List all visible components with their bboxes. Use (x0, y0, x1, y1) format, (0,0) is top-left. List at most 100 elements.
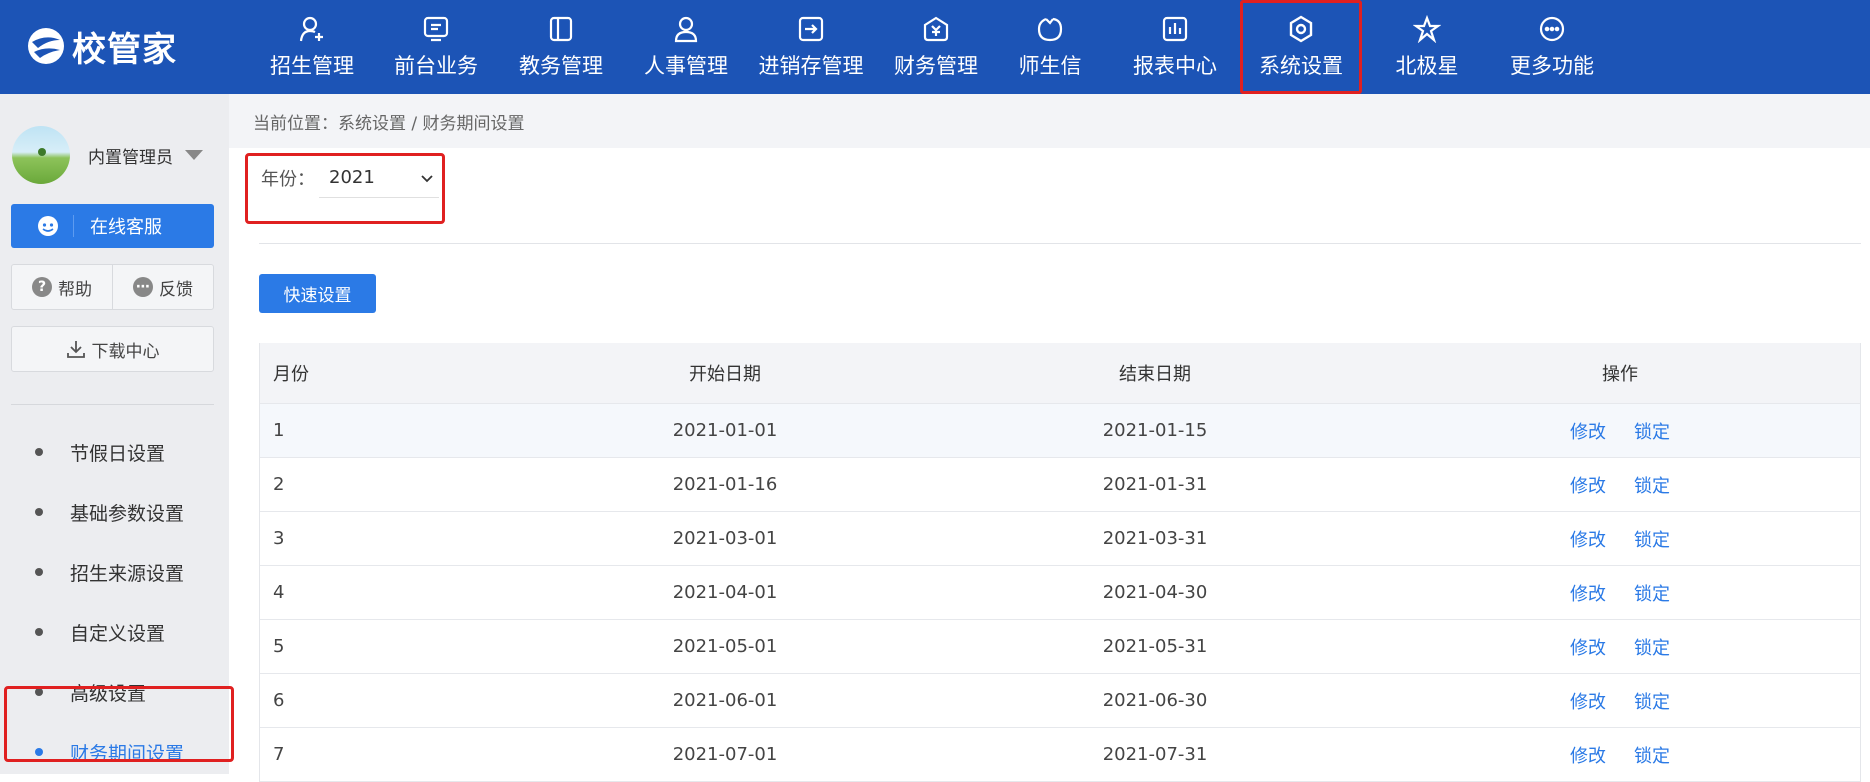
person-icon (669, 12, 703, 46)
cell-start-date: 2021-04-01 (672, 582, 778, 603)
cell-operation: 修改 锁定 (1380, 580, 1860, 606)
table-row[interactable]: 5 2021-05-01 2021-05-31 修改 锁定 (260, 620, 1860, 674)
lock-link[interactable]: 锁定 (1634, 746, 1670, 767)
cell-end-date: 2021-04-30 (1102, 582, 1208, 603)
edit-link[interactable]: 修改 (1570, 746, 1606, 767)
nav-item-hr[interactable]: 人事管理 (624, 0, 748, 94)
cell-month: 5 (273, 636, 285, 657)
cell-operation: 修改 锁定 (1380, 742, 1860, 768)
nav-item-finance[interactable]: 财务管理 (874, 0, 998, 94)
nav-label: 前台业务 (394, 54, 478, 78)
button-separator (73, 215, 74, 237)
caret-down-icon[interactable] (185, 150, 203, 160)
cell-month: 4 (273, 582, 285, 603)
table-row[interactable]: 2 2021-01-16 2021-01-31 修改 锁定 (260, 458, 1860, 512)
table-header: 月份 开始日期 结束日期 操作 (260, 343, 1860, 404)
breadcrumb-prefix: 当前位置： (253, 113, 338, 134)
table-row[interactable]: 6 2021-06-01 2021-06-30 修改 锁定 (260, 674, 1860, 728)
cell-end-date: 2021-06-30 (1102, 690, 1208, 711)
nav-item-messaging[interactable]: 师生信 (988, 0, 1112, 94)
header-end-date: 结束日期 (1119, 364, 1191, 385)
quick-setting-button[interactable]: 快速设置 (259, 274, 376, 313)
cell-start-date: 2021-05-01 (672, 636, 778, 657)
table-row[interactable]: 1 2021-01-01 2021-01-15 修改 锁定 (260, 404, 1860, 458)
cell-operation: 修改 锁定 (1380, 526, 1860, 552)
edit-link[interactable]: 修改 (1570, 692, 1606, 713)
bullet-icon (35, 628, 43, 636)
table-row[interactable]: 4 2021-04-01 2021-04-30 修改 锁定 (260, 566, 1860, 620)
sidebar: 内置管理员 在线客服 ? 帮助 ⋯ 反馈 下载中心 节假日设置 基础参数设置 招… (0, 94, 229, 774)
arrow-box-icon (794, 12, 828, 46)
polaris-star-icon (1410, 12, 1444, 46)
nav-label: 进销存管理 (758, 54, 864, 78)
edit-link[interactable]: 修改 (1570, 476, 1606, 497)
nav-item-academic[interactable]: 教务管理 (499, 0, 623, 94)
sidebar-item-custom-settings[interactable]: 自定义设置 (0, 602, 229, 662)
lock-link[interactable]: 锁定 (1634, 476, 1670, 497)
cell-start-date: 2021-03-01 (672, 528, 778, 549)
nav-item-more[interactable]: 更多功能 (1490, 0, 1614, 94)
user-profile[interactable]: 内置管理员 (12, 126, 203, 184)
nav-item-polaris[interactable]: 北极星 (1365, 0, 1489, 94)
top-navigation-bar: 校管家 招生管理 前台业务 教务管理 人事管理 进销存管理 财务管理 师生信 报… (0, 0, 1870, 94)
cell-operation: 修改 锁定 (1380, 634, 1860, 660)
edit-link[interactable]: 修改 (1570, 422, 1606, 443)
header-start-date: 开始日期 (689, 364, 761, 385)
bullet-icon (35, 568, 43, 576)
user-add-icon (295, 12, 329, 46)
active-nav-highlight-box (1240, 0, 1362, 94)
sidebar-item-holiday-settings[interactable]: 节假日设置 (0, 422, 229, 482)
user-name: 内置管理员 (88, 147, 173, 168)
sidebar-item-label: 招生来源设置 (70, 562, 185, 585)
nav-label: 北极星 (1395, 54, 1459, 78)
nav-item-inventory[interactable]: 进销存管理 (749, 0, 873, 94)
brand-name: 校管家 (72, 29, 177, 70)
help-feedback-group: ? 帮助 ⋯ 反馈 (11, 264, 214, 310)
header-month: 月份 (273, 364, 309, 385)
feedback-button[interactable]: ⋯ 反馈 (112, 265, 213, 309)
nav-item-enrollment[interactable]: 招生管理 (250, 0, 374, 94)
download-center-button[interactable]: 下载中心 (11, 326, 214, 372)
avatar (12, 126, 70, 184)
help-button[interactable]: ? 帮助 (12, 265, 112, 309)
edit-link[interactable]: 修改 (1570, 530, 1606, 551)
online-customer-service-button[interactable]: 在线客服 (11, 204, 214, 248)
cell-operation: 修改 锁定 (1380, 688, 1860, 714)
lock-link[interactable]: 锁定 (1634, 530, 1670, 551)
download-center-label: 下载中心 (91, 341, 160, 362)
customer-service-label: 在线客服 (90, 217, 162, 238)
nav-item-front-desk[interactable]: 前台业务 (374, 0, 498, 94)
breadcrumb: 当前位置： 系统设置 / 财务期间设置 (229, 94, 1870, 148)
monitor-icon (419, 12, 453, 46)
nav-label: 报表中心 (1133, 54, 1217, 78)
nav-label: 人事管理 (644, 54, 728, 78)
cell-month: 2 (273, 474, 285, 495)
lock-link[interactable]: 锁定 (1634, 422, 1670, 443)
more-dots-icon (1535, 12, 1569, 46)
header-operation: 操作 (1602, 364, 1638, 385)
sidebar-item-basic-params[interactable]: 基础参数设置 (0, 482, 229, 542)
nav-label: 师生信 (1018, 54, 1082, 78)
content-divider (259, 243, 1861, 244)
book-icon (544, 12, 578, 46)
lock-link[interactable]: 锁定 (1634, 638, 1670, 659)
sidebar-item-label: 自定义设置 (70, 622, 166, 645)
table-row[interactable]: 3 2021-03-01 2021-03-31 修改 锁定 (260, 512, 1860, 566)
download-icon (66, 341, 85, 358)
cell-month: 6 (273, 690, 285, 711)
lock-link[interactable]: 锁定 (1634, 584, 1670, 605)
edit-link[interactable]: 修改 (1570, 584, 1606, 605)
cell-start-date: 2021-01-16 (672, 474, 778, 495)
cell-month: 7 (273, 744, 285, 765)
nav-label: 更多功能 (1510, 54, 1594, 78)
lock-link[interactable]: 锁定 (1634, 692, 1670, 713)
edit-link[interactable]: 修改 (1570, 638, 1606, 659)
sidebar-item-enrollment-source[interactable]: 招生来源设置 (0, 542, 229, 602)
cell-month: 3 (273, 528, 285, 549)
nav-label: 招生管理 (270, 54, 354, 78)
brand-logo[interactable]: 校管家 (26, 24, 177, 70)
year-filter-highlight-box (245, 153, 445, 224)
cell-operation: 修改 锁定 (1380, 418, 1860, 444)
nav-item-reports[interactable]: 报表中心 (1113, 0, 1237, 94)
breadcrumb-path: 系统设置 / 财务期间设置 (338, 113, 525, 134)
